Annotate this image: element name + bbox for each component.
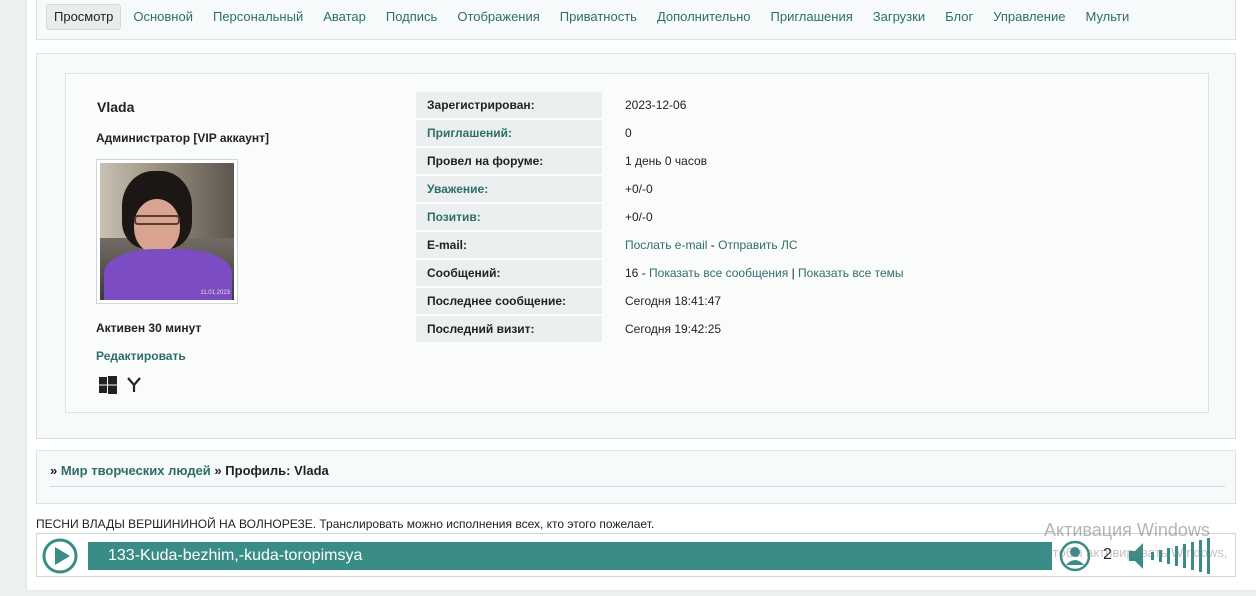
breadcrumb: » Мир творческих людей » Профиль: Vlada xyxy=(50,463,329,478)
tab-7[interactable]: Дополнительно xyxy=(657,5,751,29)
tab-1[interactable]: Основной xyxy=(133,5,193,29)
yandex-browser-icon xyxy=(127,377,141,396)
posts-label: Сообщений: xyxy=(416,260,602,286)
divider xyxy=(50,486,1225,487)
breadcrumb-current: Профиль: Vlada xyxy=(225,463,329,478)
username: Vlada xyxy=(97,99,135,115)
tab-6[interactable]: Приватность xyxy=(560,5,637,29)
links-separator: | xyxy=(788,266,799,280)
posts-count: 16 xyxy=(625,266,639,280)
time-online-value: 1 день 0 часов xyxy=(625,154,708,168)
track-title: 133-Kuda-bezhim,-kuda-toropimsya xyxy=(88,542,1052,570)
info-row-last-visit: Последний визит: Сегодня 19:42:25 xyxy=(416,315,904,343)
windows-icon xyxy=(99,376,117,397)
send-email-link[interactable]: Послать e-mail xyxy=(625,238,707,252)
registered-label: Зарегистрирован: xyxy=(416,92,602,118)
send-pm-link[interactable]: Отправить ЛС xyxy=(718,238,797,252)
posts-value: 16 - Показать все сообщения | Показать в… xyxy=(602,266,904,280)
tab-2[interactable]: Персональный xyxy=(213,5,303,29)
edit-profile-link[interactable]: Редактировать xyxy=(96,349,186,363)
profile-tabs-bar: Просмотр Основной Персональный Аватар Подпис… xyxy=(36,0,1236,40)
registered-value: 2023-12-06 xyxy=(625,98,687,112)
user-role: Администратор [VIP аккаунт] xyxy=(96,131,270,145)
profile-card: Vlada Администратор [VIP аккаунт] 11.01.… xyxy=(65,73,1209,413)
info-row-email: E-mail: Послать e-mail - Отправить ЛС xyxy=(416,231,904,259)
info-row-respect: Уважение: +0/-0 xyxy=(416,175,904,203)
windows-activation-watermark-sub: Чтобы активировать Windows, xyxy=(1044,545,1228,560)
last-visit-value: Сегодня 19:42:25 xyxy=(625,322,722,336)
last-visit-label: Последний визит: xyxy=(416,316,602,342)
respect-label[interactable]: Уважение: xyxy=(416,176,602,202)
last-post-label: Последнее сообщение: xyxy=(416,288,602,314)
tab-11[interactable]: Управление xyxy=(993,5,1065,29)
tabs-list: Просмотр Основной Персональный Аватар Подпис… xyxy=(46,4,1149,30)
positive-label[interactable]: Позитив: xyxy=(416,204,602,230)
breadcrumb-separator: » xyxy=(50,463,61,478)
posts-separator: - xyxy=(638,266,650,280)
email-separator: - xyxy=(707,238,719,252)
email-label: E-mail: xyxy=(416,232,602,258)
info-row-registered: Зарегистрирован: 2023-12-06 xyxy=(416,91,904,119)
profile-section: Vlada Администратор [VIP аккаунт] 11.01.… xyxy=(36,53,1236,439)
client-icons xyxy=(99,376,151,397)
info-row-positive: Позитив: +0/-0 xyxy=(416,203,904,231)
positive-value: +0/-0 xyxy=(625,210,653,224)
tab-3[interactable]: Аватар xyxy=(323,5,366,29)
tab-0[interactable]: Просмотр xyxy=(46,4,122,30)
play-icon[interactable] xyxy=(42,538,78,574)
tab-5[interactable]: Отображения xyxy=(457,5,539,29)
info-row-posts: Сообщений: 16 - Показать все сообщения |… xyxy=(416,259,904,287)
profile-info-table: Зарегистрирован: 2023-12-06 Приглашений:… xyxy=(416,91,904,343)
tab-4[interactable]: Подпись xyxy=(386,5,437,29)
info-row-invites: Приглашений: 0 xyxy=(416,119,904,147)
invites-label[interactable]: Приглашений: xyxy=(416,120,602,146)
tab-12[interactable]: Мульти xyxy=(1085,5,1129,29)
active-status: Активен 30 минут xyxy=(96,321,202,335)
breadcrumb-forum-link[interactable]: Мир творческих людей xyxy=(61,463,211,478)
avatar-date-stamp: 11.01.2023 xyxy=(200,290,230,296)
breadcrumb-separator: » xyxy=(210,463,226,478)
info-row-time-online: Провел на форуме: 1 день 0 часов xyxy=(416,147,904,175)
show-all-posts-link[interactable]: Показать все сообщения xyxy=(649,266,788,280)
time-online-label: Провел на форуме: xyxy=(416,148,602,174)
tab-9[interactable]: Загрузки xyxy=(873,5,925,29)
radio-title: ПЕСНИ ВЛАДЫ ВЕРШИНИНОЙ НА ВОЛНОРЕЗЕ. Тра… xyxy=(36,517,655,531)
info-row-last-post: Последнее сообщение: Сегодня 18:41:47 xyxy=(416,287,904,315)
email-value: Послать e-mail - Отправить ЛС xyxy=(602,238,798,252)
avatar: 11.01.2023 xyxy=(96,159,238,304)
tab-10[interactable]: Блог xyxy=(945,5,973,29)
tab-8[interactable]: Приглашения xyxy=(771,5,853,29)
last-post-value: Сегодня 18:41:47 xyxy=(625,294,722,308)
windows-activation-watermark: Активация Windows xyxy=(1044,520,1210,540)
invites-value: 0 xyxy=(625,126,632,140)
show-all-topics-link[interactable]: Показать все темы xyxy=(798,266,904,280)
breadcrumb-section: » Мир творческих людей » Профиль: Vlada xyxy=(36,450,1236,504)
respect-value: +0/-0 xyxy=(625,182,653,196)
avatar-photo: 11.01.2023 xyxy=(100,163,234,300)
